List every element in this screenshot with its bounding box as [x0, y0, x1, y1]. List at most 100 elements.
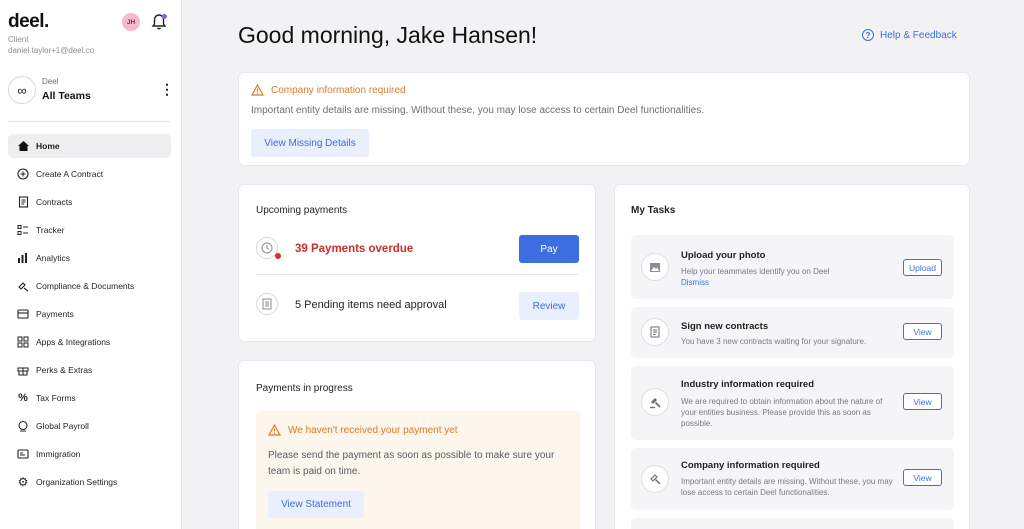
task-desc-text: Help your teammates identify you on Deel: [681, 267, 830, 276]
task-sign-contracts: Sign new contracts You have 3 new contra…: [631, 307, 954, 358]
task-desc: Help your teammates identify you on Deel…: [681, 266, 893, 288]
home-icon: [16, 139, 30, 153]
my-tasks-card: My Tasks Upload your photo Help your tea…: [614, 184, 970, 529]
sidebar-item-create-contract[interactable]: Create A Contract: [8, 162, 171, 186]
page-title: Good morning, Jake Hansen!: [238, 22, 538, 48]
gavel-icon: [641, 388, 669, 416]
help-label: Help & Feedback: [880, 29, 957, 41]
task-upload-photo: Upload your photo Help your teammates id…: [631, 235, 954, 299]
task-desc: We are required to obtain information ab…: [681, 397, 883, 428]
tracker-icon: [16, 223, 30, 237]
payment-warning-box: We haven't received your payment yet Ple…: [256, 411, 580, 529]
account-role: Client: [8, 35, 29, 44]
task-company-info: Company information required Important e…: [631, 448, 954, 510]
sidebar-item-analytics[interactable]: Analytics: [8, 246, 171, 270]
sidebar-item-label: Compliance & Documents: [36, 281, 135, 291]
sidebar-item-tracker[interactable]: Tracker: [8, 218, 171, 242]
apps-icon: [16, 335, 30, 349]
image-icon: [641, 253, 669, 281]
warning-title: We haven't received your payment yet: [288, 424, 458, 436]
task-desc: Important entity details are missing. Wi…: [681, 477, 893, 497]
sidebar-item-compliance[interactable]: Compliance & Documents: [8, 274, 171, 298]
view-missing-details-button[interactable]: View Missing Details: [251, 129, 369, 157]
team-name: All Teams: [42, 90, 91, 102]
view-button[interactable]: View: [903, 469, 942, 486]
account-email: daniel.taylor+1@deel.co: [8, 46, 95, 55]
compliance-icon: [16, 279, 30, 293]
gift-icon: [16, 363, 30, 377]
sidebar-item-label: Apps & Integrations: [36, 337, 111, 347]
row-divider: [256, 274, 579, 275]
warning-icon: [251, 84, 264, 96]
analytics-icon: [16, 251, 30, 265]
overdue-payments[interactable]: 39 Payments overdue: [295, 243, 413, 255]
upload-button[interactable]: Upload: [903, 259, 942, 276]
card-title: Upcoming payments: [256, 205, 348, 216]
sidebar: deel. Client daniel.taylor+1@deel.co JH …: [0, 0, 182, 529]
overdue-dot: [275, 253, 281, 259]
sidebar-item-label: Create A Contract: [36, 169, 104, 179]
sidebar-item-label: Payments: [36, 309, 74, 319]
contract-icon: [641, 318, 669, 346]
task-title: Sign new contracts: [681, 321, 769, 332]
sidebar-item-label: Organization Settings: [36, 477, 118, 487]
gavel-icon: [641, 465, 669, 493]
pending-approvals[interactable]: 5 Pending items need approval: [295, 299, 447, 311]
sidebar-item-global-payroll[interactable]: Global Payroll: [8, 414, 171, 438]
infinity-icon: ∞: [8, 76, 36, 104]
warning-text: Please send the payment as soon as possi…: [268, 450, 555, 477]
sidebar-item-home[interactable]: Home: [8, 134, 171, 158]
sidebar-item-contracts[interactable]: Contracts: [8, 190, 171, 214]
task-title: Industry information required: [681, 379, 815, 390]
sidebar-divider: [8, 121, 171, 122]
view-statement-button[interactable]: View Statement: [268, 491, 364, 518]
pay-button[interactable]: Pay: [519, 235, 579, 263]
view-button[interactable]: View: [903, 393, 942, 410]
card-title: My Tasks: [631, 205, 676, 216]
payments-in-progress-card: Payments in progress We haven't received…: [238, 360, 596, 529]
sidebar-item-label: Perks & Extras: [36, 365, 93, 375]
team-switcher[interactable]: ∞ Deel All Teams ⋮: [8, 76, 174, 106]
alert-text: Important entity details are missing. Wi…: [251, 105, 704, 116]
notification-dot: [162, 14, 167, 19]
view-button[interactable]: View: [903, 323, 942, 340]
task-industry-info: Industry information required We are req…: [631, 366, 954, 440]
task-desc: You have 3 new contracts waiting for you…: [681, 337, 867, 346]
task-title: Company information required: [681, 460, 820, 471]
sidebar-item-immigration[interactable]: Immigration: [8, 442, 171, 466]
avatar[interactable]: JH: [122, 13, 140, 31]
sidebar-item-org-settings[interactable]: ⚙ Organization Settings: [8, 470, 171, 494]
sidebar-item-label: Global Payroll: [36, 421, 89, 431]
help-feedback-link[interactable]: ? Help & Feedback: [862, 29, 957, 41]
sidebar-nav: Home Create A Contract Contracts Tracker…: [8, 134, 171, 498]
warning-icon: [268, 424, 281, 436]
review-button[interactable]: Review: [519, 292, 579, 320]
sidebar-item-label: Contracts: [36, 197, 73, 207]
sidebar-item-label: Tracker: [36, 225, 65, 235]
sidebar-item-perks[interactable]: Perks & Extras: [8, 358, 171, 382]
sidebar-item-label: Tax Forms: [36, 393, 76, 403]
sidebar-item-label: Home: [36, 141, 60, 151]
globe-icon: [16, 419, 30, 433]
deel-logo[interactable]: deel.: [8, 11, 49, 33]
task-title: Upload your photo: [681, 250, 766, 261]
dismiss-link[interactable]: Dismiss: [681, 278, 709, 287]
percent-icon: %: [18, 392, 28, 404]
plus-circle-icon: [16, 167, 30, 181]
document-icon: [256, 293, 278, 315]
sidebar-item-label: Analytics: [36, 253, 71, 263]
task-partial: [631, 518, 954, 529]
sidebar-item-payments[interactable]: Payments: [8, 302, 171, 326]
id-card-icon: [16, 447, 30, 461]
contract-icon: [16, 195, 30, 209]
sidebar-item-label: Immigration: [36, 449, 81, 459]
card-icon: [16, 307, 30, 321]
upcoming-payments-card: Upcoming payments 39 Payments overdue Pa…: [238, 184, 596, 342]
alert-title: Company information required: [271, 84, 406, 96]
company-info-alert: Company information required Important e…: [238, 72, 970, 166]
sidebar-item-tax-forms[interactable]: % Tax Forms: [8, 386, 171, 410]
team-org: Deel: [42, 77, 59, 86]
card-title: Payments in progress: [256, 383, 353, 394]
more-vertical-icon[interactable]: ⋮: [160, 82, 174, 96]
sidebar-item-apps[interactable]: Apps & Integrations: [8, 330, 171, 354]
